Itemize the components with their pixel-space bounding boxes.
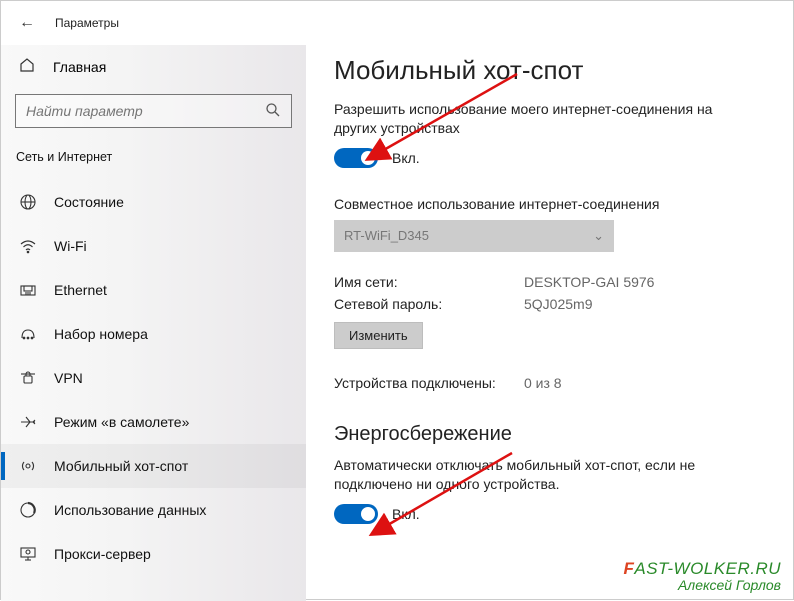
power-toggle-row: Вкл. <box>334 504 757 524</box>
home-icon <box>19 57 35 76</box>
sidebar: Главная Сеть и Интернет Состояние Wi-Fi <box>1 45 306 601</box>
sidebar-item-label: Мобильный хот-спот <box>54 458 188 474</box>
power-saving-description: Автоматически отключать мобильный хот-сп… <box>334 456 757 494</box>
sidebar-nav: Состояние Wi-Fi Ethernet Набор номера VP… <box>1 180 306 576</box>
connection-share-label: Совместное использование интернет-соедин… <box>334 196 757 212</box>
back-icon[interactable]: ← <box>19 14 35 32</box>
window-title: Параметры <box>55 16 119 30</box>
sidebar-item-hotspot[interactable]: Мобильный хот-спот <box>1 444 306 488</box>
network-password-label: Сетевой пароль: <box>334 296 524 312</box>
sidebar-item-ethernet[interactable]: Ethernet <box>1 268 306 312</box>
sidebar-home[interactable]: Главная <box>1 49 306 84</box>
watermark-line2: Алексей Горлов <box>623 578 781 593</box>
sidebar-item-label: Набор номера <box>54 326 148 342</box>
devices-connected-label: Устройства подключены: <box>334 375 524 391</box>
airplane-icon <box>19 413 37 431</box>
sidebar-item-wifi[interactable]: Wi-Fi <box>1 224 306 268</box>
main-content: Мобильный хот-спот Разрешить использован… <box>306 45 793 601</box>
sidebar-item-proxy[interactable]: Прокси-сервер <box>1 532 306 576</box>
share-toggle-row: Вкл. <box>334 148 757 168</box>
connection-select[interactable]: RT-WiFi_D345 ⌄ <box>334 220 614 252</box>
sidebar-item-vpn[interactable]: VPN <box>1 356 306 400</box>
power-toggle-label: Вкл. <box>392 506 420 522</box>
vpn-icon <box>19 369 37 387</box>
sidebar-item-label: Режим «в самолете» <box>54 414 189 430</box>
power-toggle[interactable] <box>334 504 378 524</box>
ethernet-icon <box>19 281 37 299</box>
search-box[interactable] <box>15 94 292 128</box>
network-name-label: Имя сети: <box>334 274 524 290</box>
watermark: FAST-WOLKER.RU Алексей Горлов <box>623 560 781 593</box>
sidebar-item-label: Ethernet <box>54 282 107 298</box>
sidebar-item-label: Wi-Fi <box>54 238 87 254</box>
watermark-line1: FAST-WOLKER.RU <box>623 560 781 578</box>
window-header: ← Параметры <box>1 1 793 45</box>
sidebar-item-label: Прокси-сервер <box>54 546 151 562</box>
sidebar-item-airplane[interactable]: Режим «в самолете» <box>1 400 306 444</box>
search-input[interactable] <box>26 103 243 119</box>
sidebar-item-label: Использование данных <box>54 502 206 518</box>
hotspot-icon <box>19 457 37 475</box>
globe-icon <box>19 193 37 211</box>
sidebar-category: Сеть и Интернет <box>1 146 306 180</box>
share-toggle-label: Вкл. <box>392 150 420 166</box>
dialup-icon <box>19 325 37 343</box>
proxy-icon <box>19 545 37 563</box>
share-toggle[interactable] <box>334 148 378 168</box>
network-name-value: DESKTOP-GAI 5976 <box>524 274 654 290</box>
edit-button[interactable]: Изменить <box>334 322 423 349</box>
sidebar-item-dialup[interactable]: Набор номера <box>1 312 306 356</box>
data-usage-icon <box>19 501 37 519</box>
sidebar-item-label: VPN <box>54 370 83 386</box>
connection-select-value: RT-WiFi_D345 <box>344 228 429 243</box>
page-title: Мобильный хот-спот <box>334 55 757 86</box>
network-password-value: 5QJ025m9 <box>524 296 592 312</box>
chevron-down-icon: ⌄ <box>593 228 604 244</box>
devices-connected-value: 0 из 8 <box>524 375 562 391</box>
sidebar-item-datausage[interactable]: Использование данных <box>1 488 306 532</box>
share-description: Разрешить использование моего интернет-с… <box>334 100 757 138</box>
sidebar-item-label: Состояние <box>54 194 124 210</box>
sidebar-home-label: Главная <box>53 59 106 75</box>
sidebar-item-status[interactable]: Состояние <box>1 180 306 224</box>
wifi-icon <box>19 237 37 255</box>
power-saving-title: Энергосбережение <box>334 423 757 446</box>
search-icon <box>265 102 281 121</box>
